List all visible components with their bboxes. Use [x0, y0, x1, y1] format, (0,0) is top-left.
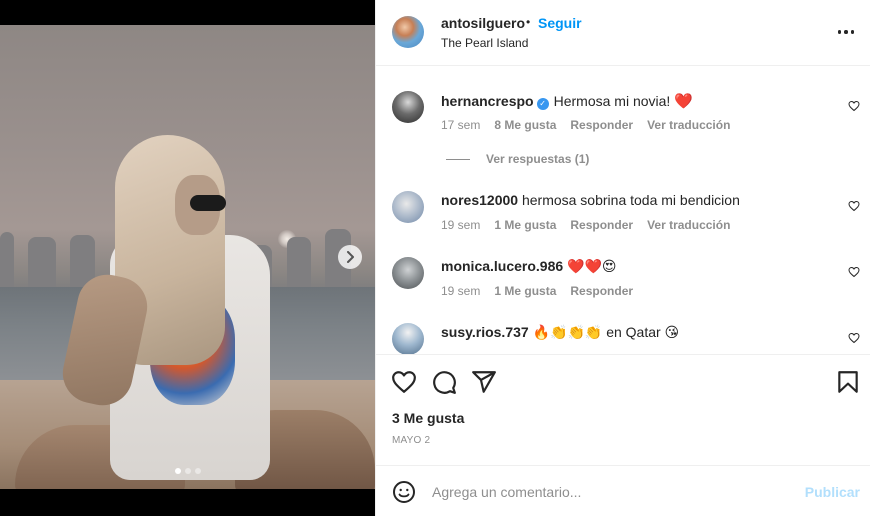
- instagram-post: antosilguero • Seguir The Pearl Island h…: [0, 0, 870, 516]
- more-options-button[interactable]: [836, 24, 856, 40]
- comment-input[interactable]: [432, 480, 792, 504]
- view-replies-button[interactable]: Ver respuestas (1): [446, 152, 589, 166]
- comment-text: 🔥👏👏👏 en Qatar 😘: [532, 324, 680, 340]
- heart-emoji-icon: ❤️: [674, 93, 693, 110]
- reply-button[interactable]: Responder: [570, 218, 633, 232]
- more-horizontal-icon: [844, 30, 848, 34]
- more-horizontal-icon: [850, 30, 855, 34]
- translate-button[interactable]: Ver traducción: [647, 218, 730, 232]
- reply-button[interactable]: Responder: [570, 284, 633, 298]
- author-username[interactable]: antosilguero: [441, 15, 525, 31]
- post-location[interactable]: The Pearl Island: [441, 36, 528, 50]
- comment-username[interactable]: hernancrespo: [441, 93, 534, 109]
- comment-meta: 19 sem 1 Me gusta Responder Ver traducci…: [441, 218, 730, 232]
- post-media: [0, 0, 375, 516]
- comment-username[interactable]: monica.lucero.986: [441, 258, 563, 274]
- comment-likes[interactable]: 8 Me gusta: [494, 118, 556, 132]
- post-actions: 3 Me gusta MAYO 2: [376, 354, 870, 446]
- reply-button[interactable]: Responder: [570, 118, 633, 132]
- photo-tower: [287, 237, 311, 287]
- comment-username[interactable]: susy.rios.737: [441, 324, 529, 340]
- comment-avatar[interactable]: [392, 191, 424, 223]
- comment-time[interactable]: 19 sem: [441, 284, 480, 298]
- header-separator: •: [526, 15, 531, 29]
- translate-button[interactable]: Ver traducción: [647, 118, 730, 132]
- carousel-dot-active: [175, 468, 181, 474]
- verified-badge-icon: ✓: [536, 98, 549, 110]
- chevron-right-icon: [347, 251, 354, 263]
- photo-tower: [0, 232, 14, 287]
- share-icon[interactable]: [471, 369, 497, 395]
- post-photo[interactable]: [0, 25, 375, 489]
- comment-time[interactable]: 17 sem: [441, 118, 480, 132]
- comments-list[interactable]: hernancrespo ✓ Hermosa mi novia! ❤️ 17 sem…: [376, 67, 870, 354]
- likes-count[interactable]: 3 Me gusta: [392, 410, 464, 426]
- view-replies-label: Ver respuestas (1): [486, 152, 590, 166]
- post-header: antosilguero • Seguir The Pearl Island: [376, 0, 870, 66]
- comment-meta: 19 sem 1 Me gusta Responder: [441, 284, 633, 298]
- replies-divider: [446, 158, 470, 160]
- comment-meta: 17 sem 8 Me gusta Responder Ver traducci…: [441, 118, 730, 132]
- publish-button[interactable]: Publicar: [805, 484, 860, 500]
- carousel-next-button[interactable]: [338, 245, 362, 269]
- author-avatar[interactable]: [392, 16, 424, 48]
- photo-tower: [28, 237, 56, 287]
- comment-likes[interactable]: 1 Me gusta: [494, 284, 556, 298]
- comment-avatar[interactable]: [392, 323, 424, 354]
- comment-body: hernancrespo ✓ Hermosa mi novia! ❤️: [441, 92, 693, 110]
- comment-avatar[interactable]: [392, 91, 424, 123]
- comment-like-heart-icon[interactable]: [848, 332, 860, 344]
- comment-icon[interactable]: [431, 369, 457, 395]
- comment-likes[interactable]: 1 Me gusta: [494, 218, 556, 232]
- comment-like-heart-icon[interactable]: [848, 200, 860, 212]
- bookmark-icon[interactable]: [835, 369, 861, 395]
- comment-body: susy.rios.737 🔥👏👏👏 en Qatar 😘: [441, 324, 679, 341]
- post-date[interactable]: MAYO 2: [392, 435, 430, 446]
- comment-text: hermosa sobrina toda mi bendicion: [521, 192, 740, 208]
- carousel-indicator: [175, 468, 201, 474]
- heart-icon[interactable]: [391, 369, 417, 395]
- comment-body: nores12000 hermosa sobrina toda mi bendi…: [441, 192, 740, 208]
- comment-text: Hermosa mi novia!: [553, 93, 671, 109]
- more-horizontal-icon: [837, 30, 842, 34]
- comment-avatar[interactable]: [392, 257, 424, 289]
- comment-time[interactable]: 19 sem: [441, 218, 480, 232]
- comment-like-heart-icon[interactable]: [848, 100, 860, 112]
- carousel-dot: [185, 468, 191, 474]
- comment-text: ❤️❤️😍: [567, 258, 617, 274]
- carousel-dot: [195, 468, 201, 474]
- comment-composer: Publicar: [376, 465, 870, 516]
- post-side-panel: antosilguero • Seguir The Pearl Island h…: [375, 0, 870, 516]
- comment-body: monica.lucero.986 ❤️❤️😍: [441, 258, 617, 275]
- emoji-icon[interactable]: [392, 480, 416, 504]
- follow-button[interactable]: Seguir: [538, 15, 582, 31]
- comment-username[interactable]: nores12000: [441, 192, 518, 208]
- comment-like-heart-icon[interactable]: [848, 266, 860, 278]
- photo-figure-glasses: [190, 195, 226, 211]
